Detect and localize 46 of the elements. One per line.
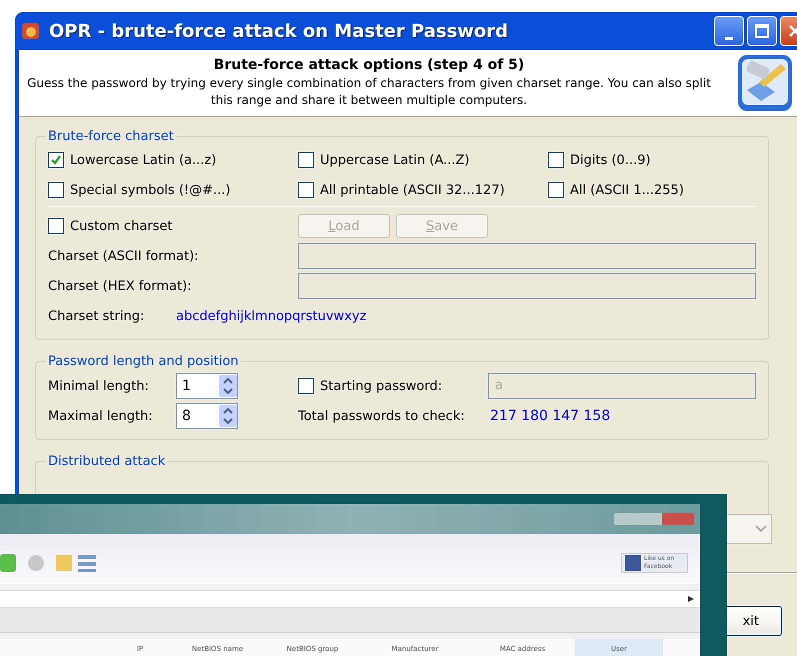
window-title: OPR - brute-force attack on Master Password	[49, 20, 510, 42]
checkbox-label: Uppercase Latin (A...Z)	[320, 152, 470, 168]
chevron-down-icon	[755, 525, 767, 533]
field-label: Minimal length:	[48, 378, 150, 394]
checkbox[interactable]	[48, 218, 64, 234]
step-title: Brute-force attack options (step 4 of 5)	[214, 57, 524, 73]
checkbox-label: Special symbols (!@#...)	[70, 182, 230, 198]
checkbox-label: All printable (ASCII 32...127)	[320, 182, 505, 198]
group-title: Password length and position	[47, 354, 240, 369]
spin-arrows-icon[interactable]	[219, 405, 237, 427]
window-controls-icon	[614, 512, 694, 526]
field-label: Charset (ASCII format):	[48, 248, 200, 264]
checkbox[interactable]	[548, 182, 564, 198]
checkbox-label: All (ASCII 1...255)	[570, 182, 684, 198]
keyboard-hammer-icon	[737, 54, 793, 112]
checkbox[interactable]	[48, 152, 64, 168]
checkbox[interactable]	[298, 182, 314, 198]
field-label: Charset string:	[48, 308, 146, 324]
checkbox-label: Lowercase Latin (a...z)	[70, 152, 216, 168]
spin-field[interactable]: 8	[176, 403, 238, 429]
field-label: Charset (HEX format):	[48, 278, 193, 294]
ascii-charset-field[interactable]	[298, 243, 756, 269]
group-title: Brute-force charset	[47, 129, 175, 144]
checkbox-label: Custom charset	[70, 218, 173, 234]
maximize-icon	[754, 23, 770, 39]
arrow-icon	[688, 596, 694, 602]
total-label: Total passwords to check:	[298, 408, 466, 424]
f-logo-icon	[625, 555, 641, 571]
group-title: Distributed attack	[47, 454, 166, 469]
charset-string: abcdefghijklmnopqrstuvwxyz	[176, 308, 366, 324]
checkbox[interactable]	[548, 152, 564, 168]
checkbox[interactable]	[298, 152, 314, 168]
checkbox-label: Starting password:	[320, 378, 442, 394]
field-label: Maximal length:	[48, 408, 154, 424]
checkbox-label: Digits (0...9)	[570, 152, 651, 168]
step-description: Guess the password by trying every single combination of characters from given charset range. You can also split this range and share it between multiple computers.	[26, 75, 712, 109]
spin-field[interactable]: 1	[176, 373, 238, 399]
total-count: 217 180 147 158	[490, 408, 610, 424]
checkbox[interactable]	[298, 378, 314, 394]
spin-arrows-icon[interactable]	[219, 375, 237, 397]
checkbox[interactable]	[48, 182, 64, 198]
hex-charset-field[interactable]	[298, 273, 756, 299]
minimize-icon	[725, 36, 733, 40]
app-icon	[21, 21, 41, 41]
minimize-button[interactable]	[714, 16, 744, 46]
maximize-button[interactable]	[747, 16, 777, 46]
